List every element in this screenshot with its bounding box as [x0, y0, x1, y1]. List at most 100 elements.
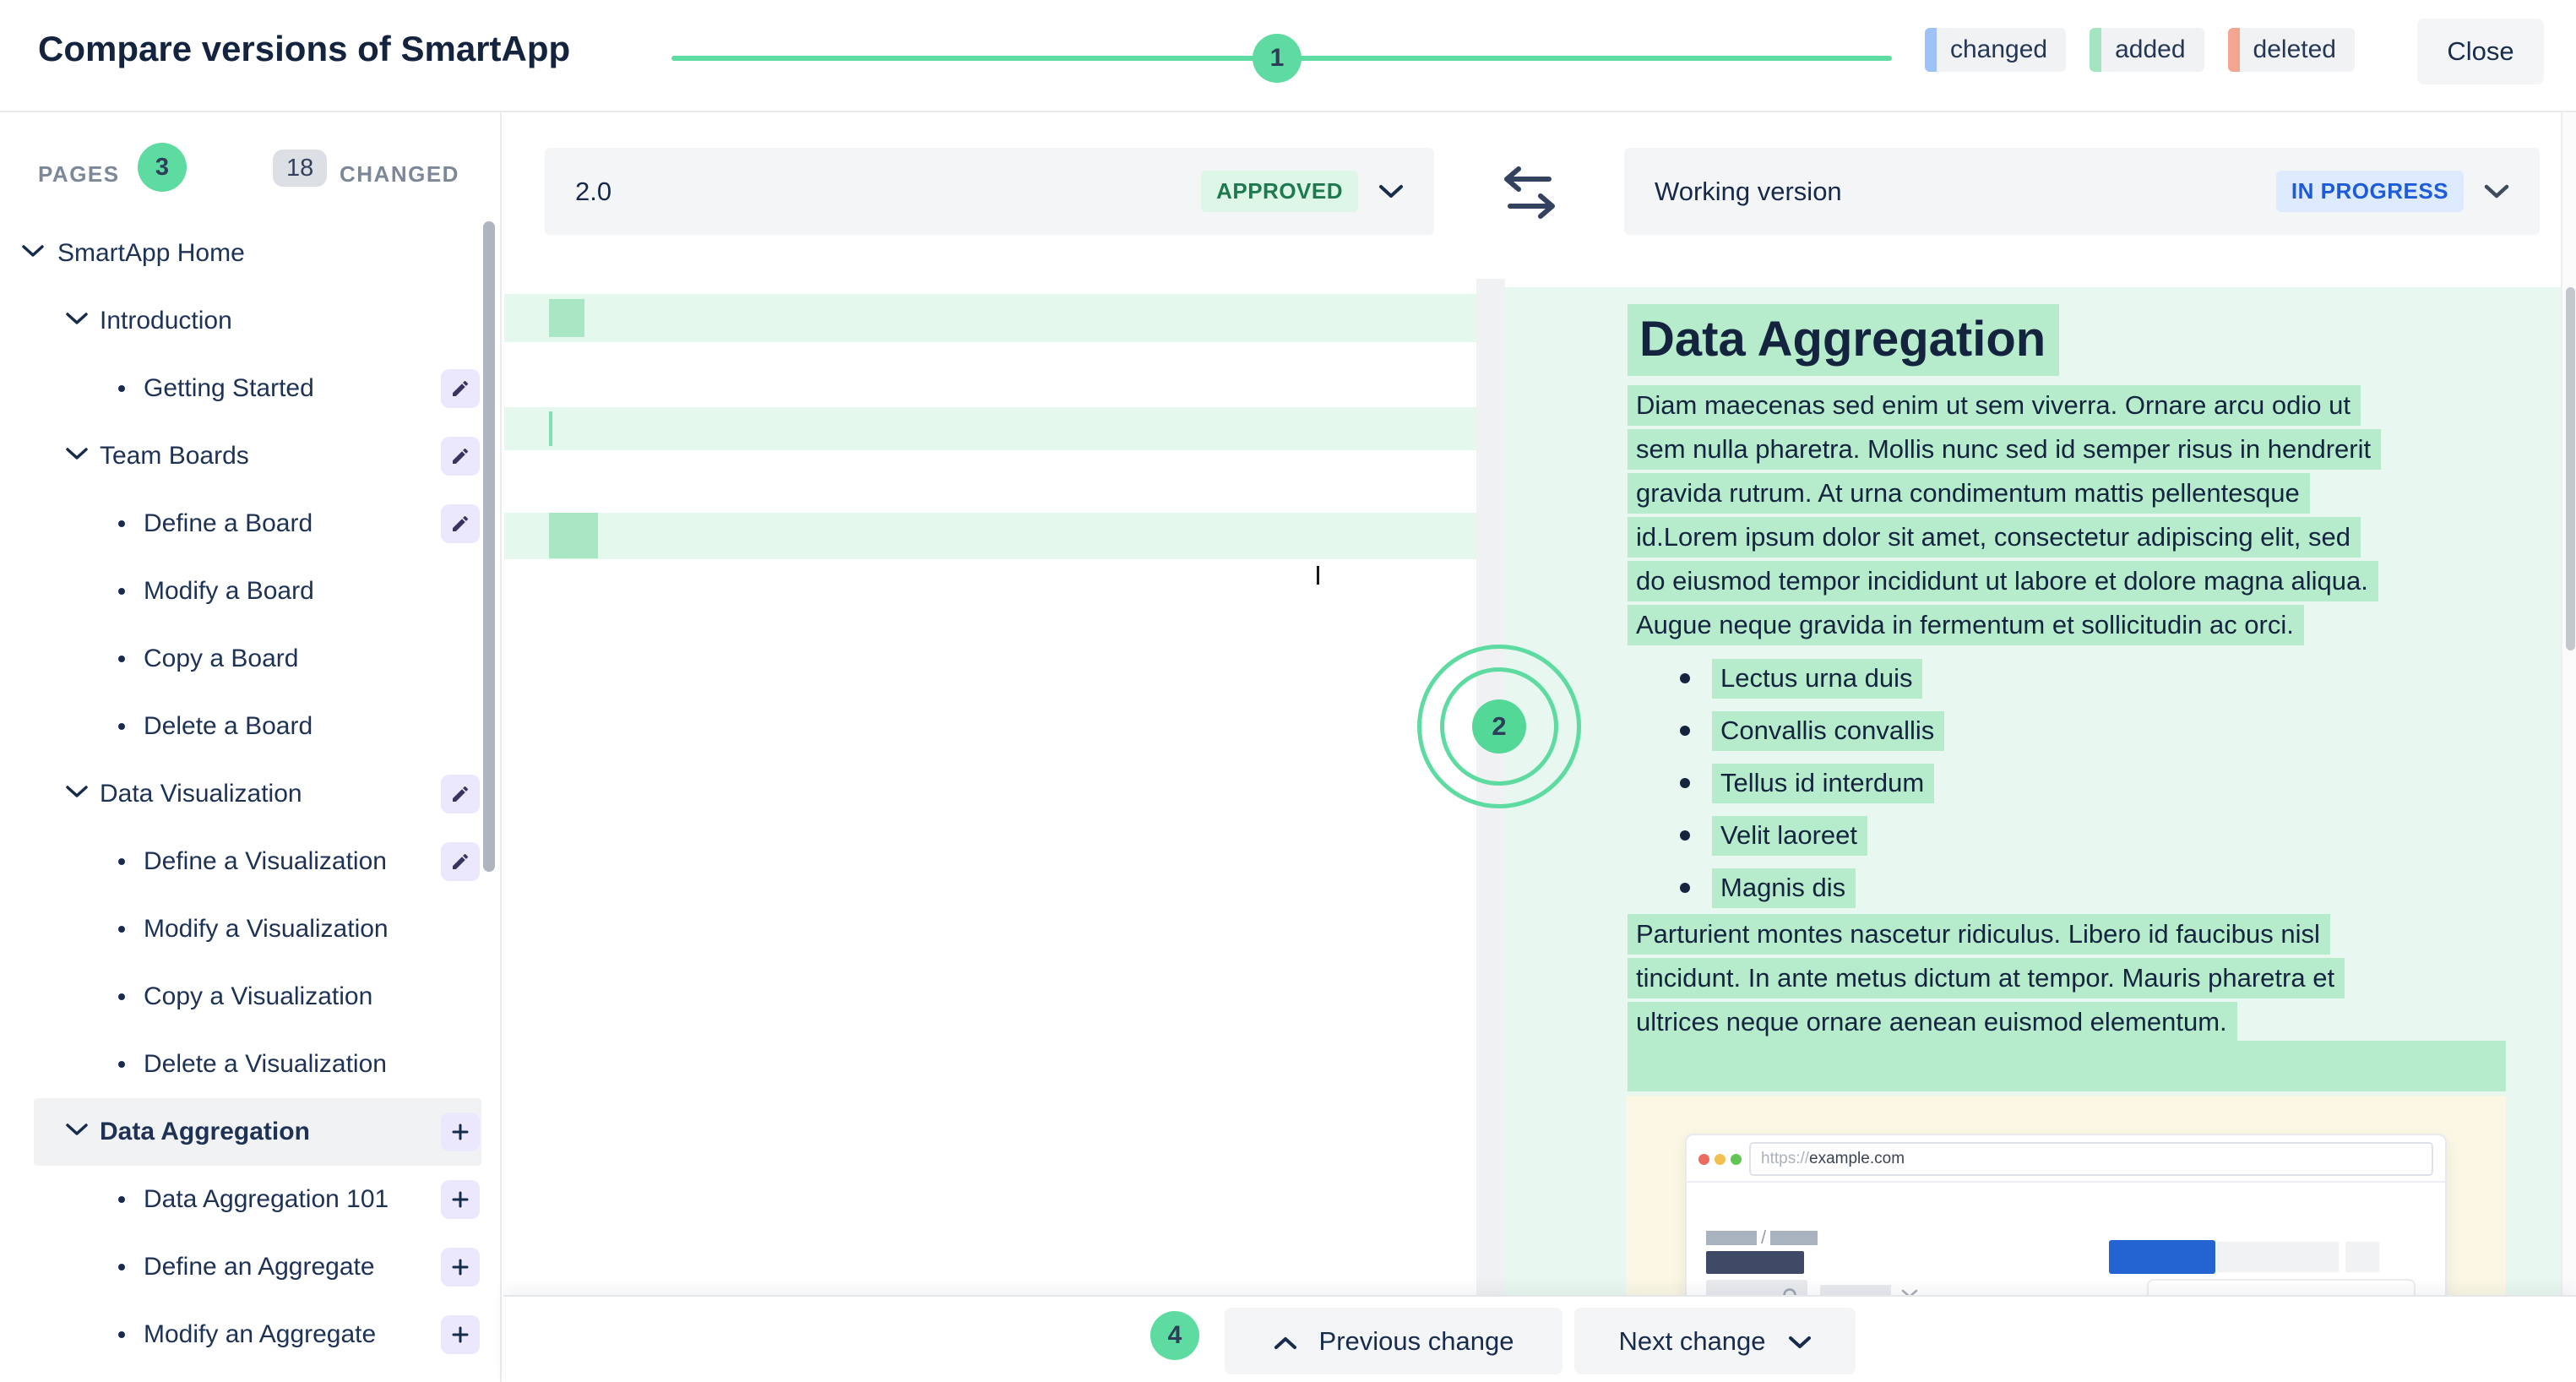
skeleton-secondary-button: [2217, 1242, 2339, 1272]
previous-change-label: Previous change: [1319, 1326, 1514, 1357]
tree-item-modify-a-visualization[interactable]: Modify a Visualization: [0, 895, 502, 963]
tree-item-delete-a-board[interactable]: Delete a Board: [0, 693, 502, 760]
close-button[interactable]: Close: [2417, 19, 2544, 84]
chevron-down-icon[interactable]: [66, 448, 88, 465]
top-header: Compare versions of SmartApp 1 changed a…: [0, 0, 2576, 112]
added-plus-icon[interactable]: [441, 1248, 480, 1287]
next-change-label: Next change: [1618, 1326, 1765, 1357]
right-version-status-badge: IN PROGRESS: [2276, 171, 2464, 212]
tree-item-label: Delete a Board: [144, 712, 312, 741]
traffic-light-green-icon: [1731, 1154, 1742, 1165]
tree-item-delete-a-visualization[interactable]: Delete a Visualization: [0, 1031, 502, 1098]
skeleton-primary-button: [2109, 1240, 2215, 1274]
sidebar-scrollbar[interactable]: [483, 221, 495, 872]
paragraph-line: id.Lorem ipsum dolor sit amet, consectet…: [1628, 517, 2361, 558]
tree-item-label: Getting Started: [144, 374, 314, 403]
left-version-bar: 2.0 APPROVED: [545, 148, 1434, 235]
chevron-down-icon[interactable]: [1378, 184, 1404, 199]
breadcrumb-separator: /: [1761, 1227, 1766, 1249]
changed-pencil-icon[interactable]: [441, 504, 480, 543]
tree-item-copy-a-board[interactable]: Copy a Board: [0, 625, 502, 693]
tree-item-data-visualization[interactable]: Data Visualization: [0, 760, 502, 828]
added-color-swatch: [2090, 28, 2101, 72]
bullet-icon: [118, 588, 125, 595]
heading-highlight: Data Aggregation: [1628, 304, 2059, 376]
paragraph-line: sem nulla pharetra. Mollis nunc sed id s…: [1628, 429, 2381, 470]
left-version-name: 2.0: [575, 177, 1201, 207]
tree-item-label: Introduction: [100, 307, 232, 335]
tree-item-modify-an-aggregate[interactable]: Modify an Aggregate: [0, 1301, 502, 1368]
pages-count-badge: 3: [138, 143, 187, 192]
text-cursor: [1317, 566, 1319, 585]
paragraph-line: ultrices neque ornare aenean euismod ele…: [1628, 1002, 2237, 1042]
legend-deleted: deleted: [2228, 28, 2355, 72]
content-scrollbar-thumb[interactable]: [2566, 287, 2575, 650]
bullet-icon: [118, 926, 125, 933]
chevron-down-icon[interactable]: [22, 245, 44, 262]
paragraph-line: do eiusmod tempor incididunt ut labore e…: [1628, 561, 2378, 601]
paragraph-line: tincidunt. In ante metus dictum at tempo…: [1628, 958, 2345, 998]
tree-item-define-a-board[interactable]: Define a Board: [0, 490, 502, 558]
changed-count-badge: 18: [273, 150, 327, 187]
changed-pencil-icon[interactable]: [441, 437, 480, 476]
traffic-light-yellow-icon: [1715, 1154, 1725, 1165]
paragraph-line: Augue neque gravida in fermentum et soll…: [1628, 605, 2304, 645]
search-icon: [1782, 1287, 1801, 1295]
tree-item-label: Team Boards: [100, 442, 249, 471]
tree-item-label: Copy a Board: [144, 645, 298, 673]
step-4-number: 4: [1168, 1321, 1182, 1350]
tree-item-label: Modify a Visualization: [144, 915, 389, 944]
changed-color-swatch: [1925, 28, 1937, 72]
legend-deleted-label: deleted: [2253, 35, 2336, 64]
legend-changed-label: changed: [1950, 35, 2047, 64]
tree-item-data-aggregation[interactable]: Data Aggregation: [0, 1098, 502, 1166]
chevron-down-icon[interactable]: [2484, 184, 2509, 199]
tree-item-label: Define a Visualization: [144, 847, 387, 876]
tree-item-define-a-visualization[interactable]: Define a Visualization: [0, 828, 502, 895]
next-change-button[interactable]: Next change: [1574, 1308, 1856, 1374]
list-item: Tellus id interdum: [1628, 757, 2531, 809]
bullet-icon: [118, 1061, 125, 1068]
added-content-chip: [549, 299, 584, 337]
pages-label: PAGES: [38, 161, 120, 188]
tree-item-copy-a-visualization[interactable]: Copy a Visualization: [0, 963, 502, 1031]
right-version-bar: Working version IN PROGRESS: [1624, 148, 2540, 235]
page-tree: SmartApp Home Introduction Getting Start…: [0, 220, 502, 1368]
skeleton-card: [2147, 1279, 2416, 1295]
added-plus-icon[interactable]: [441, 1315, 480, 1354]
tree-item-getting-started[interactable]: Getting Started: [0, 355, 502, 422]
changed-pencil-icon[interactable]: [441, 775, 480, 813]
legend-changed: changed: [1925, 28, 2066, 72]
deleted-color-swatch: [2228, 28, 2240, 72]
tree-item-label: Modify an Aggregate: [144, 1320, 376, 1349]
tree-item-label: Modify a Board: [144, 577, 314, 606]
tree-item-label: Define an Aggregate: [144, 1253, 375, 1281]
legend-added-label: added: [2115, 35, 2185, 64]
tree-item-smartapp-home[interactable]: SmartApp Home: [0, 220, 502, 287]
browser-url-bar: https://example.com: [1749, 1142, 2433, 1176]
added-plus-icon[interactable]: [441, 1113, 480, 1151]
image-panel-background: https://example.com /: [1626, 1096, 2506, 1295]
skeleton-search-box: [1706, 1280, 1807, 1295]
added-plus-icon[interactable]: [441, 1180, 480, 1219]
changed-pencil-icon[interactable]: [441, 369, 480, 408]
chevron-down-icon[interactable]: [66, 786, 88, 803]
tree-item-label: Data Aggregation 101: [144, 1185, 389, 1214]
tree-item-define-an-aggregate[interactable]: Define an Aggregate: [0, 1233, 502, 1301]
chevron-down-icon[interactable]: [66, 1124, 88, 1140]
tree-item-modify-a-board[interactable]: Modify a Board: [0, 558, 502, 625]
chevron-down-icon[interactable]: [66, 313, 88, 329]
bullet-icon: [118, 858, 125, 865]
swap-versions-icon[interactable]: [1497, 166, 1562, 226]
browser-mockup-topbar: https://example.com: [1687, 1135, 2445, 1183]
tree-item-label: Delete a Visualization: [144, 1050, 387, 1079]
tree-item-team-boards[interactable]: Team Boards: [0, 422, 502, 490]
changed-pencil-icon[interactable]: [441, 842, 480, 881]
step-2-ring: 2: [1440, 667, 1558, 786]
previous-change-button[interactable]: Previous change: [1225, 1308, 1562, 1374]
tree-item-data-aggregation-101[interactable]: Data Aggregation 101: [0, 1166, 502, 1233]
content-scrollbar-track[interactable]: [2561, 112, 2576, 1382]
tree-item-introduction[interactable]: Introduction: [0, 287, 502, 355]
list-item: Velit laoreet: [1628, 809, 2531, 862]
tree-item-label: SmartApp Home: [57, 239, 245, 268]
